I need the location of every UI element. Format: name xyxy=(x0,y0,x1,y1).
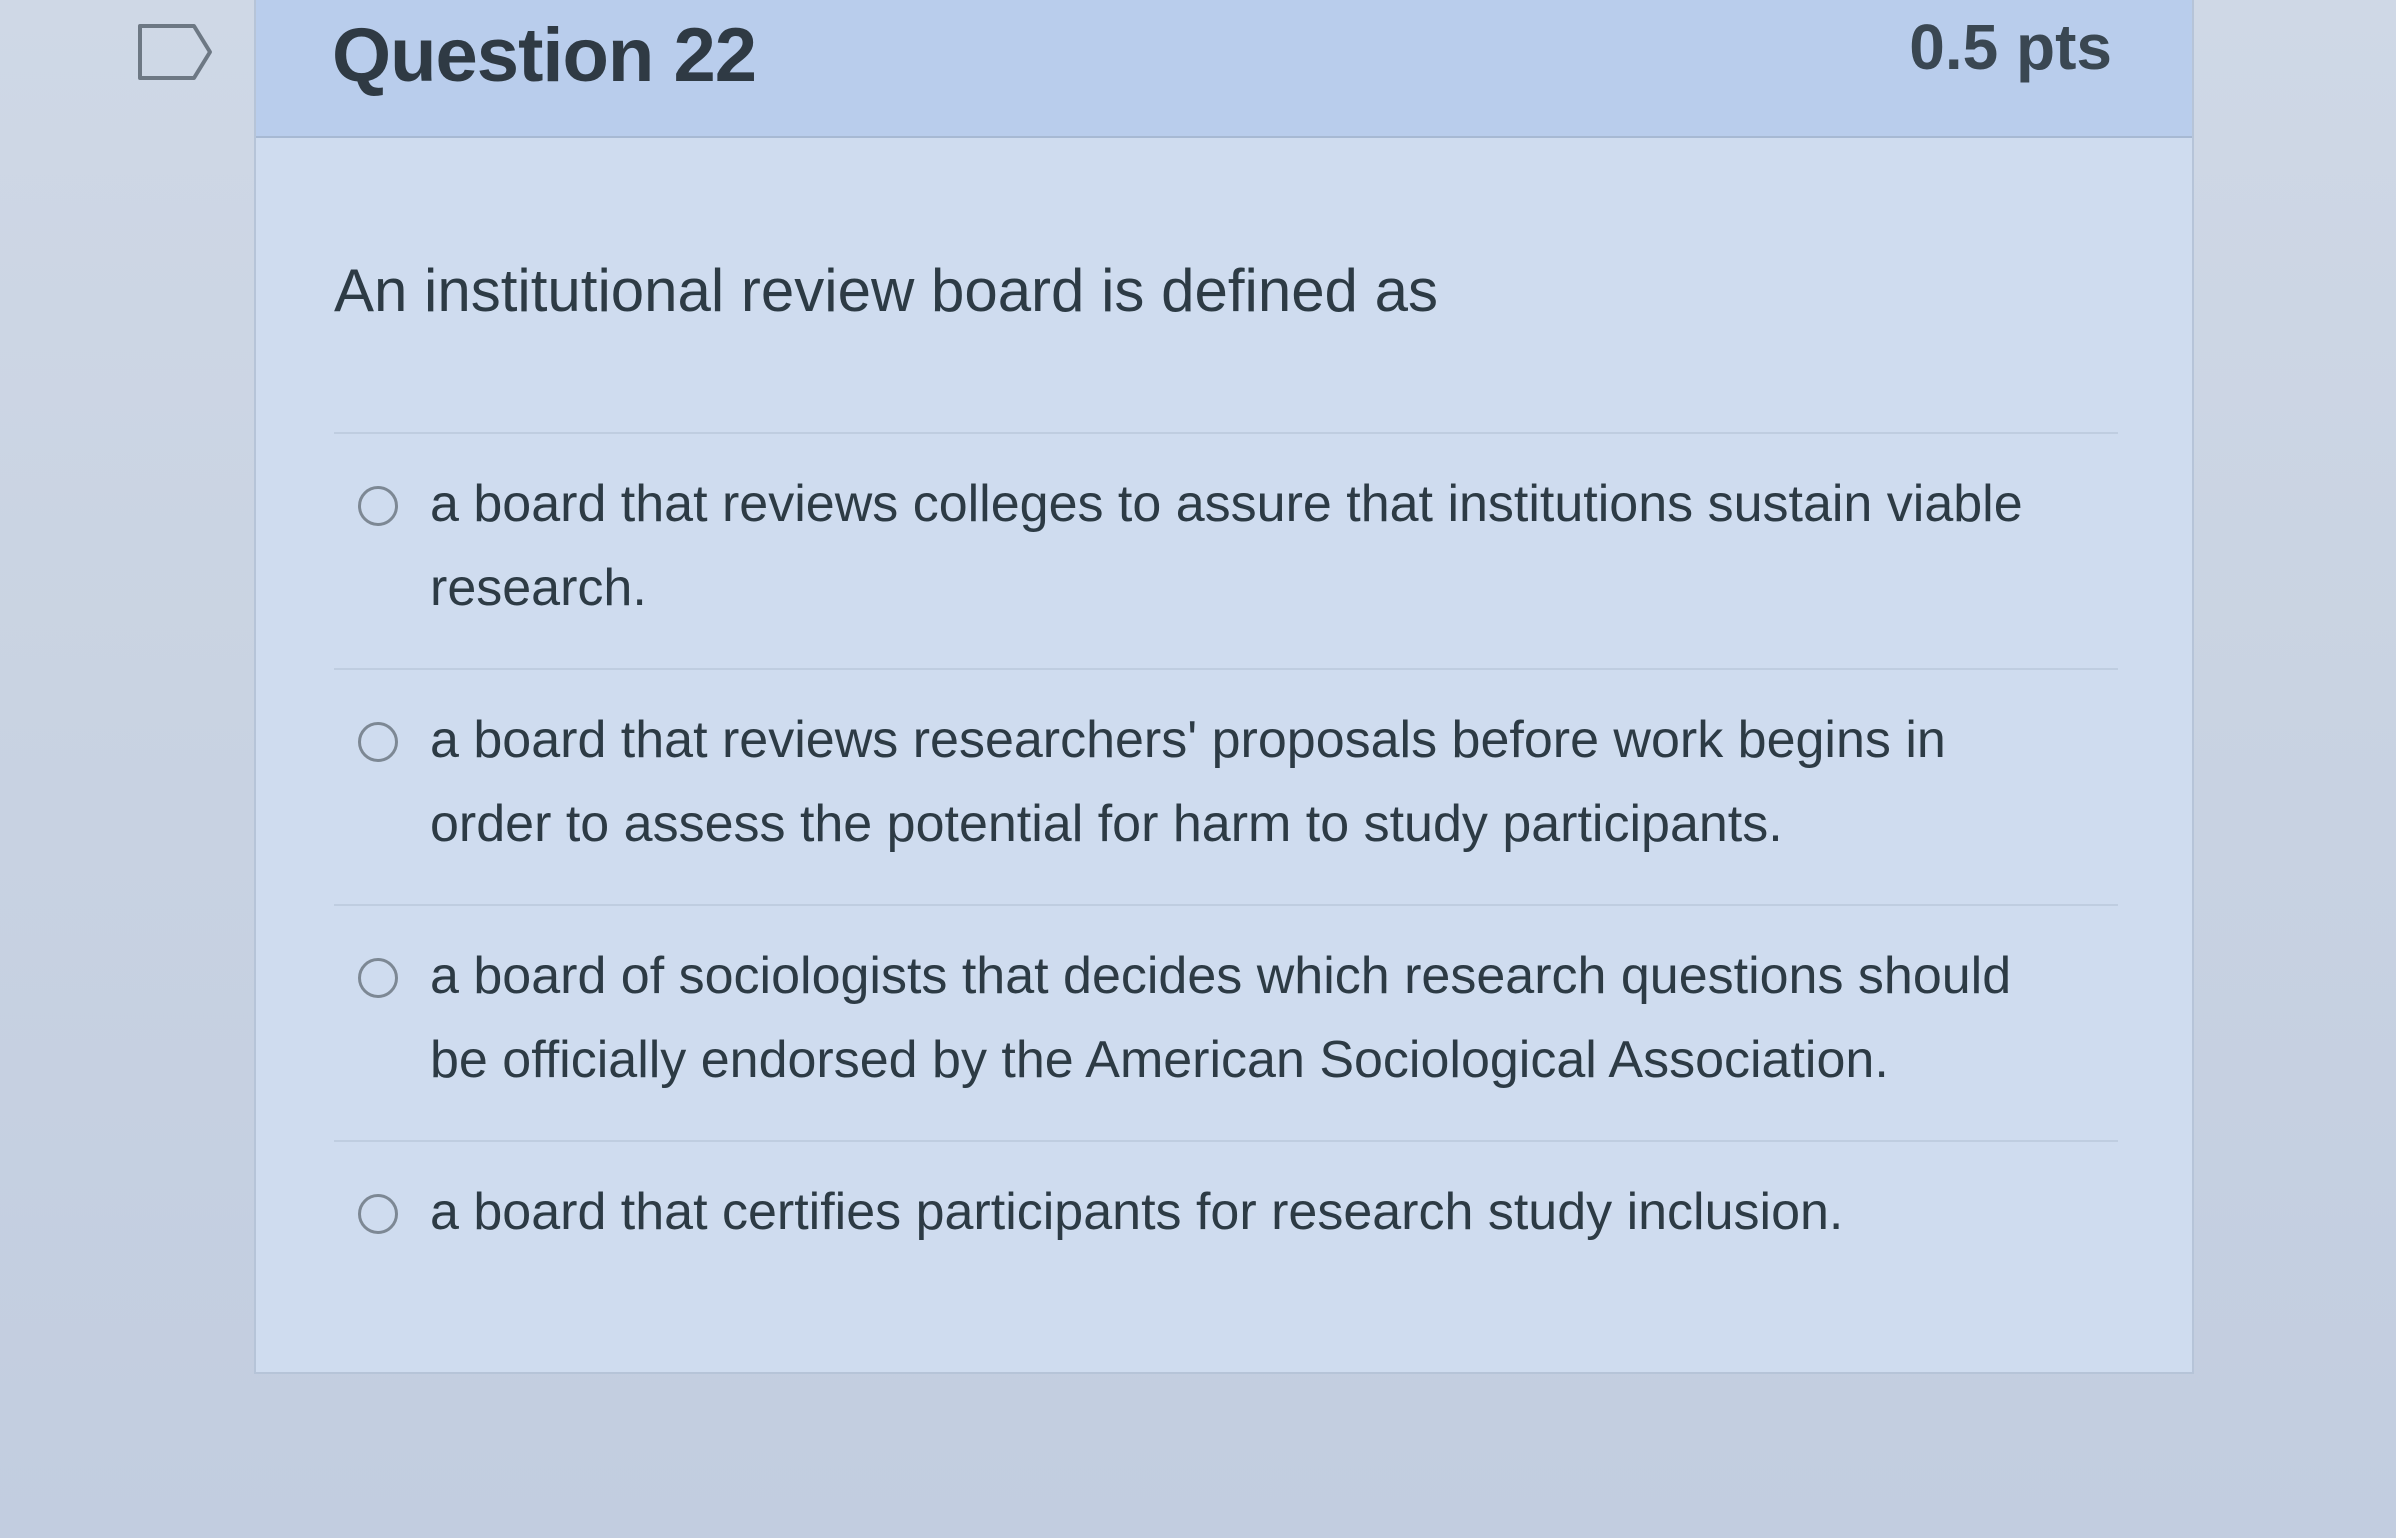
answer-label[interactable]: a board that certifies participants for … xyxy=(430,1170,2080,1254)
answer-list: a board that reviews colleges to assure … xyxy=(334,432,2118,1340)
radio-unselected-icon[interactable] xyxy=(358,958,398,998)
answer-option[interactable]: a board that reviews colleges to assure … xyxy=(334,432,2118,668)
radio-unselected-icon[interactable] xyxy=(358,722,398,762)
question-points: 0.5 pts xyxy=(1909,11,2112,83)
radio-unselected-icon[interactable] xyxy=(358,1194,398,1234)
answer-option[interactable]: a board of sociologists that decides whi… xyxy=(334,904,2118,1140)
question-text: An institutional review board is defined… xyxy=(334,257,1438,324)
question-header: Question 22 0.5 pts xyxy=(256,0,2192,138)
question-title: Question 22 xyxy=(332,13,757,98)
answer-label[interactable]: a board that reviews colleges to assure … xyxy=(430,462,2080,630)
answer-option[interactable]: a board that certifies participants for … xyxy=(334,1140,2118,1340)
radio-unselected-icon[interactable] xyxy=(358,486,398,526)
answer-label[interactable]: a board of sociologists that decides whi… xyxy=(430,934,2080,1102)
flag-question-icon[interactable] xyxy=(136,22,216,82)
answer-label[interactable]: a board that reviews researchers' propos… xyxy=(430,698,2080,866)
question-card: Question 22 0.5 pts An institutional rev… xyxy=(254,0,2194,1374)
answer-option[interactable]: a board that reviews researchers' propos… xyxy=(334,668,2118,904)
